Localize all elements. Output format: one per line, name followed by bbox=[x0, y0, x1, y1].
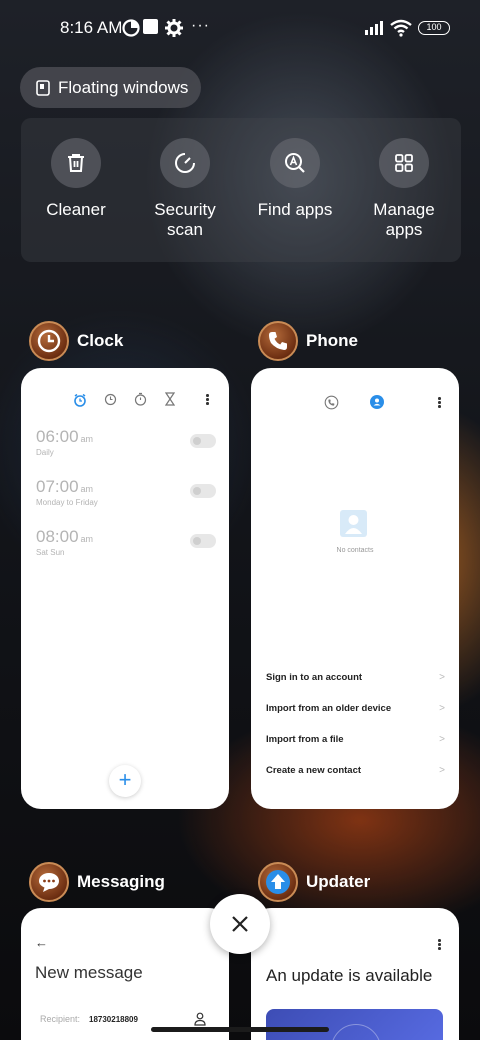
alarm-toggle[interactable] bbox=[190, 434, 216, 448]
alarm-toggle[interactable] bbox=[190, 484, 216, 498]
updater-app-name: Updater bbox=[306, 872, 371, 891]
alarm-ampm: am bbox=[80, 434, 94, 444]
find-apps-button[interactable]: Find apps bbox=[240, 138, 350, 220]
message-bubble-icon bbox=[39, 873, 59, 892]
security-scan-button[interactable]: Security scan bbox=[130, 138, 240, 240]
phone-app-icon bbox=[258, 321, 298, 361]
battery-icon: 100 bbox=[418, 21, 450, 35]
phone-app-header[interactable]: Phone bbox=[258, 321, 358, 361]
alarm-repeat: Monday to Friday bbox=[36, 498, 98, 507]
cleaner-icon-circle bbox=[51, 138, 101, 188]
update-arrow-icon bbox=[266, 870, 290, 894]
chevron-right-icon: > bbox=[439, 734, 445, 745]
manage-apps-icon bbox=[395, 154, 413, 172]
update-available-title: An update is available bbox=[266, 966, 433, 985]
alarm-time: 07:00 bbox=[36, 477, 79, 496]
person-icon bbox=[345, 515, 362, 534]
alarm-row[interactable]: 07:00 am Monday to Friday bbox=[36, 477, 216, 507]
manage-apps-icon-circle bbox=[379, 138, 429, 188]
phone-more-icon[interactable] bbox=[438, 397, 441, 408]
clock-app-icon bbox=[29, 321, 69, 361]
no-contacts-icon bbox=[340, 510, 367, 537]
phone-app-card[interactable]: No contacts Sign in to an account > Impo… bbox=[251, 368, 459, 809]
chevron-right-icon: > bbox=[439, 765, 445, 776]
phone-icon bbox=[269, 332, 287, 350]
clock-tab-icon[interactable] bbox=[104, 393, 117, 406]
floating-window-icon bbox=[36, 79, 50, 96]
messaging-app-card[interactable]: ← New message Recipient: 18730218809 bbox=[21, 908, 229, 1040]
updater-app-card[interactable]: An update is available bbox=[251, 908, 459, 1040]
alarm-row[interactable]: 08:00 am Sat Sun bbox=[36, 527, 216, 557]
back-arrow-icon[interactable]: ← bbox=[35, 935, 48, 950]
floating-windows-label: Floating windows bbox=[58, 77, 189, 97]
status-time: 8:16 AM bbox=[60, 18, 123, 37]
close-all-button[interactable] bbox=[210, 894, 270, 954]
more-status-icons: ··· bbox=[191, 17, 210, 34]
alarm-repeat: Daily bbox=[36, 448, 54, 457]
alarm-tab-icon[interactable] bbox=[73, 393, 87, 407]
chevron-right-icon: > bbox=[439, 672, 445, 683]
signal-icon bbox=[365, 21, 383, 35]
update-banner bbox=[266, 1009, 443, 1040]
security-scan-icon bbox=[175, 153, 195, 173]
clock-more-icon[interactable] bbox=[206, 394, 209, 405]
timer-tab-icon[interactable] bbox=[165, 392, 175, 406]
create-contact-label: Create a new contact bbox=[266, 765, 362, 776]
find-apps-label: Find apps bbox=[257, 200, 333, 219]
new-message-title: New message bbox=[35, 963, 143, 982]
home-indicator[interactable] bbox=[151, 1027, 329, 1032]
alarm-ampm: am bbox=[80, 484, 94, 494]
data-saver-icon bbox=[122, 19, 140, 37]
square-app-icon bbox=[143, 19, 158, 34]
phone-app-name: Phone bbox=[306, 331, 358, 350]
recipient-input[interactable]: 18730218809 bbox=[89, 1015, 138, 1024]
chevron-right-icon: > bbox=[439, 703, 445, 714]
security-scan-label: Security scan bbox=[154, 200, 216, 239]
updater-app-icon bbox=[258, 862, 298, 902]
import-older-device-row[interactable]: Import from an older device bbox=[266, 703, 446, 714]
contacts-tab-icon[interactable] bbox=[370, 395, 384, 409]
trash-icon bbox=[68, 154, 84, 172]
gear-icon bbox=[165, 19, 183, 37]
clock-app-card[interactable]: 06:00 am Daily 07:00 am Monday to Friday 0… bbox=[21, 368, 229, 809]
alarm-toggle[interactable] bbox=[190, 534, 216, 548]
close-icon bbox=[232, 916, 248, 932]
updater-more-icon[interactable] bbox=[438, 939, 441, 950]
find-apps-icon-circle bbox=[270, 138, 320, 188]
manage-apps-label: Manage apps bbox=[373, 200, 435, 239]
quick-actions-panel: Cleaner Security scan Find apps Manage a… bbox=[21, 118, 461, 262]
no-contacts-text: No contacts bbox=[336, 547, 374, 554]
alarm-time: 08:00 bbox=[36, 527, 79, 546]
security-scan-icon-circle bbox=[160, 138, 210, 188]
floating-windows-button[interactable]: Floating windows bbox=[20, 67, 201, 108]
cleaner-label: Cleaner bbox=[46, 200, 106, 219]
import-older-device-label: Import from an older device bbox=[266, 703, 392, 714]
alarm-time: 06:00 bbox=[36, 427, 79, 446]
recipient-label: Recipient: bbox=[40, 1014, 81, 1024]
create-contact-row[interactable]: Create a new contact bbox=[266, 765, 446, 776]
import-file-label: Import from a file bbox=[266, 734, 344, 745]
status-bar: 8:16 AM ··· 100 bbox=[0, 0, 480, 56]
sign-in-account-label: Sign in to an account bbox=[266, 672, 363, 683]
cleaner-button[interactable]: Cleaner bbox=[21, 138, 131, 220]
messaging-app-icon bbox=[29, 862, 69, 902]
recents-tab-icon[interactable] bbox=[324, 395, 339, 410]
manage-apps-button[interactable]: Manage apps bbox=[349, 138, 459, 240]
add-contact-icon[interactable] bbox=[194, 1012, 206, 1026]
clock-app-header[interactable]: Clock bbox=[29, 321, 123, 361]
messaging-app-name: Messaging bbox=[77, 872, 165, 891]
alarm-row[interactable]: 06:00 am Daily bbox=[36, 427, 216, 457]
sign-in-account-row[interactable]: Sign in to an account bbox=[266, 672, 446, 683]
clock-app-name: Clock bbox=[77, 331, 124, 350]
add-alarm-button[interactable]: + bbox=[109, 765, 141, 797]
import-file-row[interactable]: Import from a file bbox=[266, 734, 446, 745]
wifi-icon bbox=[390, 19, 412, 37]
alarm-ampm: am bbox=[80, 534, 94, 544]
messaging-app-header[interactable]: Messaging bbox=[29, 862, 165, 902]
updater-app-header[interactable]: Updater bbox=[258, 862, 370, 902]
find-apps-icon bbox=[285, 153, 305, 173]
clock-icon bbox=[37, 329, 61, 353]
stopwatch-tab-icon[interactable] bbox=[134, 392, 147, 406]
alarm-repeat: Sat Sun bbox=[36, 548, 65, 557]
